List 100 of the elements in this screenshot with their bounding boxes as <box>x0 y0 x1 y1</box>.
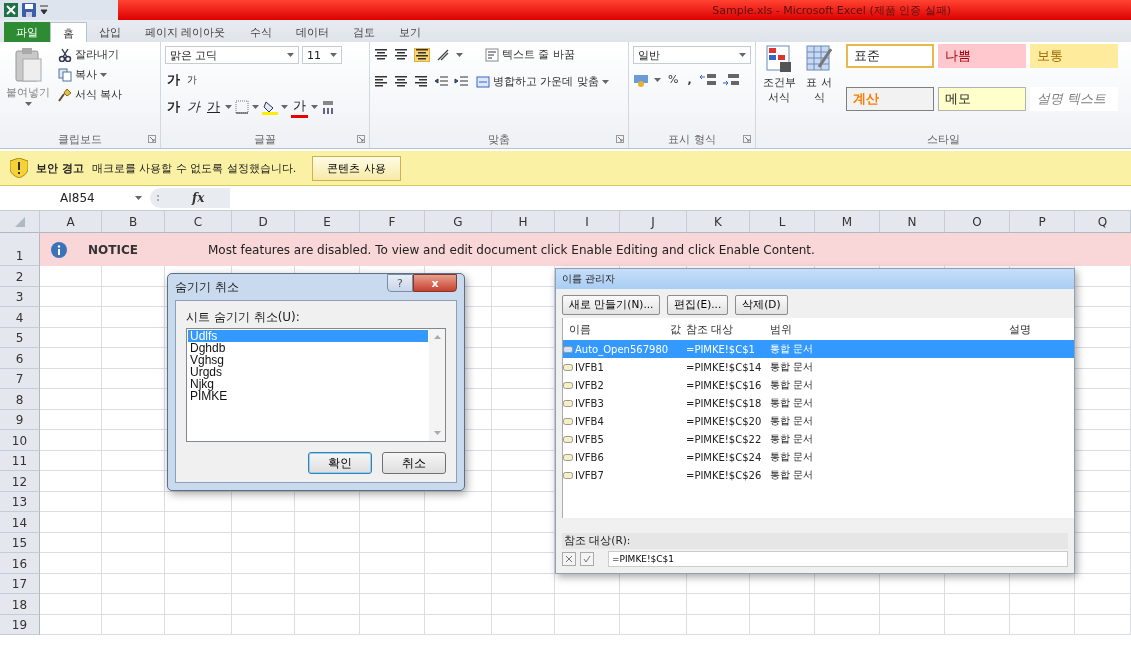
cut-button[interactable]: 잘라내기 <box>56 46 125 63</box>
name-row[interactable]: IVFB6 =PIMKE!$C$24 통합 문서 <box>563 448 1074 466</box>
column-header[interactable]: F <box>360 211 425 233</box>
number-format-field[interactable]: 일반 <box>633 46 751 64</box>
row-header[interactable]: 1 <box>0 233 40 266</box>
font-color-button[interactable]: 가 <box>291 96 308 118</box>
grid-cell[interactable] <box>40 430 102 451</box>
grid-cell[interactable] <box>40 450 102 471</box>
row-header[interactable]: 18 <box>0 594 40 615</box>
grid-cell[interactable] <box>492 573 555 594</box>
grid-cell[interactable] <box>40 286 102 307</box>
paste-button[interactable]: 붙여넣기 <box>4 46 52 126</box>
bold-button[interactable]: 가 <box>165 97 182 117</box>
grid-cell[interactable] <box>40 614 102 635</box>
grid-cell[interactable] <box>295 553 360 574</box>
help-button[interactable]: ? <box>387 274 413 292</box>
sheet-list-item[interactable]: PIMKE <box>188 390 428 402</box>
toolbar-button[interactable]: 삭제(D) <box>735 295 788 315</box>
column-header[interactable]: H <box>492 211 555 233</box>
row-header[interactable]: 19 <box>0 614 40 635</box>
italic-button[interactable]: 가 <box>185 97 202 117</box>
cell-style-swatch[interactable]: 메모 <box>938 87 1026 111</box>
column-header[interactable]: M <box>815 211 880 233</box>
row-header[interactable]: 13 <box>0 491 40 512</box>
grid-cell[interactable] <box>750 594 815 615</box>
file-tab[interactable]: 파일 <box>4 22 50 42</box>
column-heading[interactable]: 값 <box>650 321 680 337</box>
grid-cell[interactable] <box>102 307 165 328</box>
grid-cell[interactable] <box>40 471 102 492</box>
ribbon-tab[interactable]: 데이터 <box>283 22 341 42</box>
column-header[interactable]: C <box>165 211 232 233</box>
grid-cell[interactable] <box>687 614 750 635</box>
grid-cell[interactable] <box>425 614 492 635</box>
grid-cell[interactable] <box>165 573 232 594</box>
grid-cell[interactable] <box>1075 573 1131 594</box>
grid-cell[interactable] <box>165 553 232 574</box>
grid-cell[interactable] <box>102 286 165 307</box>
name-row[interactable]: IVFB1 =PIMKE!$C$14 통합 문서 <box>563 358 1074 376</box>
grid-cell[interactable] <box>360 553 425 574</box>
grid-cell[interactable] <box>165 512 232 533</box>
underline-button[interactable]: 가 <box>205 97 222 117</box>
ribbon-tab[interactable]: 삽입 <box>87 22 133 42</box>
grid-cell[interactable] <box>102 409 165 430</box>
row-header[interactable]: 2 <box>0 266 40 287</box>
row-header[interactable]: 7 <box>0 368 40 389</box>
column-header[interactable]: K <box>687 211 750 233</box>
column-header[interactable]: P <box>1010 211 1075 233</box>
sheet-list-item[interactable]: Njkg <box>188 378 428 390</box>
format-as-table-button[interactable]: 표 서식 <box>802 44 836 126</box>
grid-cell[interactable] <box>360 573 425 594</box>
grid-cell[interactable] <box>40 573 102 594</box>
grid-cell[interactable] <box>40 491 102 512</box>
grid-cell[interactable] <box>425 594 492 615</box>
row-header[interactable]: 10 <box>0 430 40 451</box>
grid-cell[interactable] <box>750 614 815 635</box>
grid-cell[interactable] <box>232 532 295 553</box>
grid-cell[interactable] <box>687 594 750 615</box>
insert-function-button[interactable]: fx <box>190 190 207 206</box>
column-header[interactable]: O <box>945 211 1010 233</box>
row-header[interactable]: 15 <box>0 532 40 553</box>
cancel-button[interactable]: 취소 <box>382 452 446 474</box>
grid-cell[interactable] <box>102 348 165 369</box>
grid-cell[interactable] <box>165 532 232 553</box>
row-header[interactable]: 14 <box>0 512 40 533</box>
enable-content-button[interactable]: 콘텐츠 사용 <box>312 155 401 181</box>
wrap-text-button[interactable]: 텍스트 줄 바꿈 <box>483 46 577 63</box>
column-header[interactable]: Q <box>1075 211 1131 233</box>
row-header[interactable]: 4 <box>0 307 40 328</box>
grid-cell[interactable] <box>815 614 880 635</box>
row-header[interactable]: 9 <box>0 409 40 430</box>
grid-cell[interactable] <box>232 594 295 615</box>
column-header[interactable]: B <box>102 211 165 233</box>
grid-cell[interactable] <box>295 594 360 615</box>
grid-cell[interactable] <box>492 594 555 615</box>
grid-cell[interactable] <box>102 553 165 574</box>
grid-cell[interactable] <box>555 614 620 635</box>
row-header[interactable]: 6 <box>0 348 40 369</box>
comma-button[interactable]: , <box>685 72 694 87</box>
column-header[interactable]: A <box>40 211 102 233</box>
copy-button[interactable]: 복사 <box>56 66 125 83</box>
column-heading[interactable]: 설명 <box>1003 321 1063 337</box>
grid-cell[interactable] <box>40 389 102 410</box>
shrink-font-button[interactable]: 가 <box>185 72 199 88</box>
grid-cell[interactable] <box>815 594 880 615</box>
row-header[interactable]: 5 <box>0 327 40 348</box>
grid-cell[interactable] <box>295 532 360 553</box>
sheet-list-item[interactable]: Dghdb <box>188 342 428 354</box>
name-row[interactable]: IVFB2 =PIMKE!$C$16 통합 문서 <box>563 376 1074 394</box>
ribbon-tab[interactable]: 수식 <box>237 22 284 42</box>
name-row[interactable]: IVFB3 =PIMKE!$C$18 통합 문서 <box>563 394 1074 412</box>
grid-cell[interactable] <box>492 614 555 635</box>
grid-cell[interactable] <box>1010 594 1075 615</box>
grid-cell[interactable] <box>1075 594 1131 615</box>
name-row[interactable]: IVFB4 =PIMKE!$C$20 통합 문서 <box>563 412 1074 430</box>
grid-cell[interactable] <box>102 471 165 492</box>
toolbar-button[interactable]: 새로 만들기(N)... <box>562 295 661 315</box>
column-header[interactable]: L <box>750 211 815 233</box>
grid-cell[interactable] <box>102 491 165 512</box>
cancel-edit-button[interactable] <box>562 552 576 566</box>
confirm-edit-button[interactable] <box>580 552 594 566</box>
